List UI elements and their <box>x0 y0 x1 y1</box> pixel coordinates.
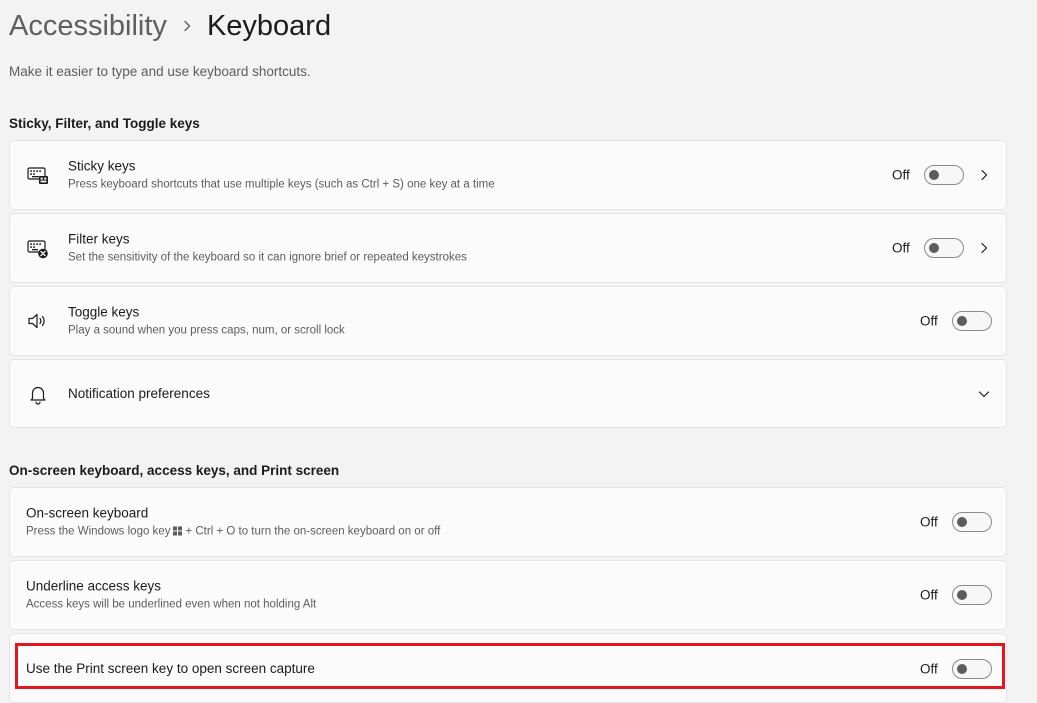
breadcrumb: Accessibility Keyboard <box>9 6 331 46</box>
sticky-keys-description: Press keyboard shortcuts that use multip… <box>68 178 495 191</box>
toggle-knob <box>957 664 967 674</box>
on-screen-keyboard-toggle-label: Off <box>920 514 938 530</box>
underline-access-keys-toggle-label: Off <box>920 587 938 603</box>
toggle-knob <box>929 170 939 180</box>
toggle-keys-toggle[interactable] <box>952 311 992 331</box>
print-screen-toggle-label: Off <box>920 661 938 677</box>
filter-keys-description: Set the sensitivity of the keyboard so i… <box>68 251 467 264</box>
windows-logo-icon <box>173 525 183 536</box>
underline-access-keys-card[interactable]: Underline access keys Access keys will b… <box>9 560 1007 630</box>
toggle-knob <box>957 316 967 326</box>
breadcrumb-accessibility-link[interactable]: Accessibility <box>9 10 167 43</box>
toggle-keys-title: Toggle keys <box>68 304 140 320</box>
print-screen-card[interactable]: Use the Print screen key to open screen … <box>9 633 1007 703</box>
page-title: Keyboard <box>206 9 332 42</box>
bell-icon <box>26 382 50 406</box>
chevron-right-icon[interactable] <box>977 168 991 182</box>
section-title-sticky-filter-toggle: Sticky, Filter, and Toggle keys <box>9 116 200 131</box>
on-screen-keyboard-card[interactable]: On-screen keyboard Press the Windows log… <box>9 487 1007 557</box>
toggle-keys-description: Play a sound when you press caps, num, o… <box>68 324 345 337</box>
sticky-keys-toggle-label: Off <box>892 167 910 183</box>
chevron-down-icon[interactable] <box>977 387 991 401</box>
section-title-onscreen-keyboard: On-screen keyboard, access keys, and Pri… <box>9 463 340 478</box>
page-description: Make it easier to type and use keyboard … <box>9 64 311 79</box>
filter-keys-toggle-label: Off <box>892 240 910 256</box>
chevron-right-icon[interactable] <box>977 241 991 255</box>
toggle-knob <box>929 243 939 253</box>
print-screen-toggle[interactable] <box>952 659 992 679</box>
sticky-keys-card[interactable]: Sticky keys Press keyboard shortcuts tha… <box>9 140 1007 210</box>
sticky-keys-toggle[interactable] <box>924 165 964 185</box>
toggle-knob <box>957 590 967 600</box>
chevron-right-icon <box>167 20 207 32</box>
notification-preferences-title: Notification preferences <box>68 385 210 401</box>
speaker-icon <box>26 309 50 333</box>
filter-keys-card[interactable]: Filter keys Set the sensitivity of the k… <box>9 213 1007 283</box>
on-screen-keyboard-title: On-screen keyboard <box>26 505 149 521</box>
print-screen-title: Use the Print screen key to open screen … <box>26 661 315 676</box>
toggle-keys-card[interactable]: Toggle keys Play a sound when you press … <box>9 286 1007 356</box>
toggle-knob <box>957 517 967 527</box>
notification-preferences-card[interactable]: Notification preferences <box>9 359 1007 428</box>
sticky-keys-title: Sticky keys <box>68 158 136 174</box>
on-screen-keyboard-toggle[interactable] <box>952 512 992 532</box>
on-screen-keyboard-description: Press the Windows logo key + Ctrl + O to … <box>26 525 441 538</box>
keyboard-sticky-icon <box>26 163 50 187</box>
filter-keys-toggle[interactable] <box>924 238 964 258</box>
toggle-keys-toggle-label: Off <box>920 313 938 329</box>
keyboard-filter-icon <box>26 236 50 260</box>
underline-access-keys-title: Underline access keys <box>26 578 162 594</box>
filter-keys-title: Filter keys <box>68 231 130 247</box>
underline-access-keys-toggle[interactable] <box>952 585 992 605</box>
underline-access-keys-description: Access keys will be underlined even when… <box>26 598 317 611</box>
